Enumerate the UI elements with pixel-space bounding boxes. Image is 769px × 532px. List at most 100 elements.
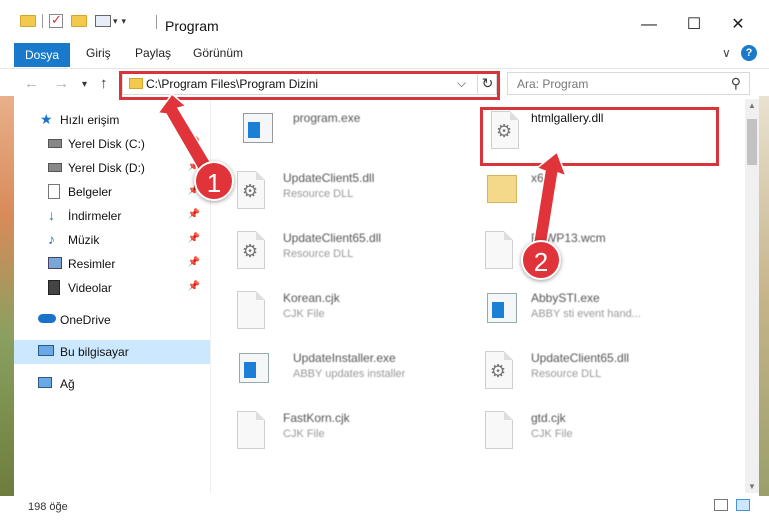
dll-file-icon: ⚙ bbox=[237, 227, 279, 271]
file-name: AbbySTI.exe bbox=[531, 291, 600, 305]
sidebar-item-label: Yerel Disk (C:) bbox=[68, 137, 145, 151]
file-item[interactable]: AbbySTI.exe ABBY sti event hand... bbox=[485, 279, 735, 339]
pictures-icon bbox=[48, 257, 62, 269]
sidebar-item-label: Müzik bbox=[68, 233, 100, 247]
pin-icon[interactable]: 📌 bbox=[188, 281, 200, 292]
file-item[interactable]: ⚙ UpdateClient5.dll Resource DLL bbox=[237, 159, 487, 219]
help-icon[interactable]: ? bbox=[741, 45, 757, 61]
file-item[interactable]: UpdateInstaller.exe ABBY updates install… bbox=[237, 339, 487, 399]
sidebar-item-pictures[interactable]: Resimler 📌 bbox=[14, 252, 210, 276]
tab-view[interactable]: Görünüm bbox=[193, 46, 243, 60]
up-arrow-icon[interactable]: ↑ bbox=[100, 75, 108, 92]
desktop-wallpaper-edge bbox=[0, 96, 14, 496]
sidebar-item-disk-c[interactable]: Yerel Disk (C:) 📌 bbox=[14, 132, 210, 156]
file-item[interactable]: FoWP13.wcm File bbox=[485, 219, 735, 279]
file-type: CJK File bbox=[283, 308, 325, 320]
sidebar-item-onedrive[interactable]: OneDrive bbox=[14, 308, 210, 332]
generic-file-icon bbox=[237, 407, 279, 451]
sidebar-item-label: Yerel Disk (D:) bbox=[68, 161, 145, 175]
address-highlight-box bbox=[119, 71, 500, 100]
dll-file-icon: ⚙ bbox=[237, 167, 279, 211]
file-item[interactable]: x6 bbox=[485, 159, 735, 219]
search-icon[interactable]: ⚲ bbox=[731, 75, 741, 92]
large-icons-view-icon[interactable] bbox=[736, 499, 750, 511]
generic-file-icon bbox=[237, 287, 279, 331]
sidebar-item-label: Hızlı erişim bbox=[60, 113, 120, 127]
sidebar-item-network[interactable]: Ağ bbox=[14, 372, 210, 396]
sidebar-item-music[interactable]: ♪ Müzik 📌 bbox=[14, 228, 210, 252]
sidebar-item-label: OneDrive bbox=[60, 313, 111, 327]
tab-share[interactable]: Paylaş bbox=[135, 46, 171, 60]
music-icon: ♪ bbox=[48, 231, 55, 247]
customize-toolbar-icon[interactable]: ▾ bbox=[122, 16, 127, 27]
sidebar-item-quick-access[interactable]: ★ Hızlı erişim bbox=[14, 108, 210, 132]
file-type: ABBY updates installer bbox=[293, 368, 406, 380]
close-button[interactable]: ✕ bbox=[718, 10, 758, 40]
file-item[interactable]: ⚙ UpdateClient65.dll Resource DLL bbox=[485, 339, 735, 399]
folder-icon bbox=[485, 167, 527, 211]
file-item[interactable]: ⚙ UpdateClient65.dll Resource DLL bbox=[237, 219, 487, 279]
file-item[interactable]: program.exe bbox=[237, 99, 487, 159]
documents-icon bbox=[48, 184, 60, 199]
computer-icon bbox=[38, 345, 54, 356]
search-input[interactable]: Ara: Program ⚲ bbox=[507, 72, 750, 95]
sidebar-item-label: Resimler bbox=[68, 257, 116, 271]
step-badge-1: 1 bbox=[194, 161, 234, 201]
scroll-up-icon[interactable]: ▲ bbox=[748, 101, 756, 110]
properties-check-icon[interactable] bbox=[49, 12, 63, 28]
drive-icon bbox=[48, 139, 62, 148]
file-item[interactable]: Korean.cjk CJK File bbox=[237, 279, 487, 339]
new-folder-icon[interactable] bbox=[71, 15, 87, 27]
recent-locations-icon[interactable]: ▾ bbox=[82, 79, 87, 90]
sidebar-item-disk-d[interactable]: Yerel Disk (D:) 📌 bbox=[14, 156, 210, 180]
expand-ribbon-icon[interactable]: ∨ bbox=[722, 46, 731, 60]
sidebar-item-label: Ağ bbox=[60, 377, 75, 391]
dll-file-icon: ⚙ bbox=[485, 347, 527, 391]
star-icon: ★ bbox=[40, 111, 53, 127]
details-view-icon[interactable] bbox=[714, 499, 728, 511]
sidebar-item-label: Bu bilgisayar bbox=[60, 345, 129, 359]
scroll-thumb[interactable] bbox=[747, 119, 757, 165]
explorer-window: ▾ ▾ Program — ☐ ✕ Dosya Giriş Paylaş Gör… bbox=[0, 0, 769, 532]
dropdown-arrow-icon[interactable]: ▾ bbox=[113, 16, 118, 27]
properties-icon[interactable] bbox=[95, 15, 111, 27]
file-name: UpdateClient65.dll bbox=[283, 231, 382, 245]
file-highlight-box bbox=[480, 107, 719, 166]
item-count: 198 öğe bbox=[28, 501, 68, 513]
window-title: Program bbox=[165, 18, 219, 34]
file-name: gtd.cjk bbox=[531, 411, 566, 425]
pin-icon[interactable]: 📌 bbox=[188, 257, 200, 268]
minimize-button[interactable]: — bbox=[629, 10, 669, 40]
file-type: Resource DLL bbox=[283, 188, 354, 200]
file-type: Resource DLL bbox=[531, 368, 602, 380]
cloud-icon bbox=[38, 314, 56, 323]
tab-file[interactable]: Dosya bbox=[14, 43, 70, 67]
tab-home[interactable]: Giriş bbox=[86, 46, 111, 60]
file-item[interactable]: FastKorn.cjk CJK File bbox=[237, 399, 487, 459]
exe-file-icon bbox=[485, 287, 527, 331]
drive-icon bbox=[48, 163, 62, 172]
file-item[interactable]: gtd.cjk CJK File bbox=[485, 399, 735, 459]
pin-icon[interactable]: 📌 bbox=[188, 209, 200, 220]
sidebar-item-videos[interactable]: Videolar 📌 bbox=[14, 276, 210, 300]
scroll-down-icon[interactable]: ▼ bbox=[748, 482, 756, 491]
exe-file-icon bbox=[237, 107, 279, 151]
title-bar: ▾ ▾ Program — ☐ ✕ bbox=[0, 0, 769, 40]
title-separator bbox=[156, 15, 157, 29]
maximize-button[interactable]: ☐ bbox=[674, 10, 714, 40]
vertical-scrollbar[interactable]: ▲ ▼ bbox=[745, 99, 759, 493]
folder-icon[interactable] bbox=[20, 15, 36, 27]
quick-access-toolbar: ▾ ▾ bbox=[20, 12, 127, 28]
file-type: CJK File bbox=[283, 428, 325, 440]
sidebar-item-this-pc[interactable]: Bu bilgisayar bbox=[14, 340, 210, 364]
back-arrow-icon[interactable]: ← bbox=[24, 75, 39, 92]
pin-icon[interactable]: 📌 bbox=[188, 137, 200, 148]
file-name: UpdateClient65.dll bbox=[531, 351, 630, 365]
sidebar-item-downloads[interactable]: ↓ İndirmeler 📌 bbox=[14, 204, 210, 228]
forward-arrow-icon[interactable]: → bbox=[54, 75, 69, 92]
download-icon: ↓ bbox=[48, 207, 55, 223]
sidebar-item-documents[interactable]: Belgeler 📌 bbox=[14, 180, 210, 204]
network-icon bbox=[38, 377, 52, 388]
pin-icon[interactable]: 📌 bbox=[188, 233, 200, 244]
sidebar-item-label: Videolar bbox=[68, 281, 112, 295]
